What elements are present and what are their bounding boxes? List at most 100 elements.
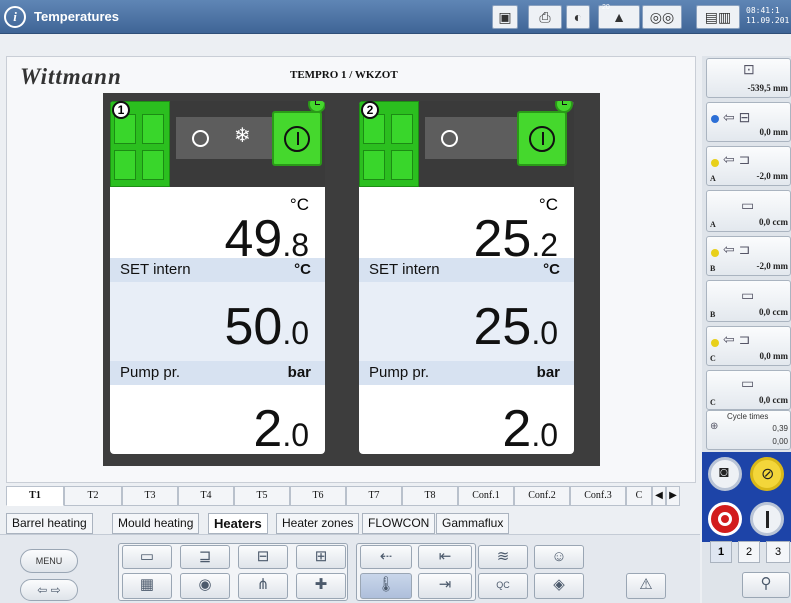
sidebar-item-core-a[interactable]: ⇦ ⊐ A -2,0 mm	[706, 146, 791, 186]
sidebar-item-cycle-times[interactable]: Cycle times ⊕ 0,39 0,00	[706, 410, 791, 450]
set-int: 50	[224, 298, 283, 356]
ejector-icon: ⊘	[761, 466, 775, 483]
tab-t8[interactable]: T8	[402, 486, 458, 506]
tab-barrel-heating[interactable]: Barrel heating	[6, 513, 93, 534]
tab-t7[interactable]: T7	[346, 486, 402, 506]
sidebar-item-mould-stroke[interactable]: ⇦ ⊟ 0,0 mm	[706, 102, 791, 142]
info-icon[interactable]: i	[4, 6, 26, 28]
injection-icon[interactable]: ⊒	[180, 545, 230, 569]
power-button[interactable]	[517, 111, 567, 166]
tab-t3[interactable]: T3	[122, 486, 178, 506]
heater-icon[interactable]: ▦	[122, 573, 172, 599]
clamp-icon[interactable]: ⊟	[238, 545, 288, 569]
set-label: SET intern	[120, 261, 191, 278]
motor-off-button[interactable]	[708, 502, 742, 536]
tab-heater-zones[interactable]: Heater zones	[276, 513, 360, 534]
tab-mould-heating[interactable]: Mould heating	[112, 513, 200, 534]
clock-date: 11.09.201	[746, 16, 790, 25]
set-dec: .0	[531, 315, 558, 351]
quality-icon[interactable]: ☺	[534, 545, 584, 569]
motor-on-button[interactable]	[750, 502, 784, 536]
sidebar-item-volume-c[interactable]: ▭ C 0,0 ccm	[706, 370, 791, 410]
sidebar-item-core-b[interactable]: ⇦ ⊐ B -2,0 mm	[706, 236, 791, 276]
pump-label-row: Pump pr. bar	[110, 361, 325, 385]
sidebar-value: 0,0 mm	[759, 351, 789, 361]
tab-flowcon[interactable]: FLOWCON	[362, 513, 436, 534]
set-label-row: SET intern °C	[359, 258, 574, 282]
ejector-icon[interactable]: ⊞	[296, 545, 346, 569]
unit-number: 2	[361, 101, 379, 119]
pressure-icon[interactable]: ◉	[180, 573, 230, 599]
process-chart-icon[interactable]: ≋	[478, 545, 528, 569]
tempro-unit-1: 1 ❄ °C 49.8 SET intern °C 50.0 Pump pr. …	[110, 101, 325, 454]
camera-icon[interactable]: ▣	[492, 5, 518, 29]
mould-icon[interactable]: ▭	[122, 545, 172, 569]
tab-t1[interactable]: T1	[6, 486, 64, 506]
user-level-badge: 20	[602, 4, 610, 11]
motor-button-panel	[702, 498, 791, 542]
mould-open-button[interactable]: ◙	[708, 457, 742, 491]
globe-icon[interactable]: ◐	[566, 5, 590, 29]
set-label: SET intern	[369, 261, 440, 278]
sidebar-item-screw-position[interactable]: ⊡ -539,5 mm	[706, 58, 791, 98]
sequence-icon[interactable]: ◈	[534, 573, 584, 599]
sidebar-letter: B	[710, 264, 716, 273]
unit-number: 1	[112, 101, 130, 119]
tab-conf1[interactable]: Conf.1	[458, 486, 514, 506]
tab-scroll-right[interactable]: ▶	[666, 486, 680, 506]
pump-label: Pump pr.	[369, 364, 430, 381]
sidebar-value: 0,0 ccm	[759, 395, 788, 405]
robot-icon[interactable]: ✚	[296, 573, 346, 599]
printer-icon[interactable]: ⎙	[528, 5, 562, 29]
pump-label: Pump pr.	[120, 364, 181, 381]
sidebar-letter: A	[710, 220, 716, 229]
cooling-icon[interactable]: ❄	[234, 126, 251, 146]
back-forward-button[interactable]: ⇦ ⇨	[20, 579, 78, 601]
pump-icon[interactable]	[192, 130, 209, 147]
pressure-profile-icon[interactable]: ⇤	[418, 545, 472, 569]
tab-t6[interactable]: T6	[290, 486, 346, 506]
tab-conf3[interactable]: Conf.3	[570, 486, 626, 506]
actual-unit: °C	[289, 195, 309, 214]
tab-t5[interactable]: T5	[234, 486, 290, 506]
tab-conf2[interactable]: Conf.2	[514, 486, 570, 506]
sidebar-letter: A	[710, 174, 716, 183]
set-temperature[interactable]: 50.0	[224, 301, 309, 353]
tab-t4[interactable]: T4	[178, 486, 234, 506]
qc-button[interactable]: QC	[478, 573, 528, 599]
handheld-icon[interactable]: ⚲	[742, 572, 790, 598]
page-3-button[interactable]: 3	[766, 541, 790, 563]
tempro-unit-2: 2 °C 25.2 SET intern °C 25.0 Pump pr. ba…	[359, 101, 574, 454]
core-pull-icon[interactable]: ⋔	[238, 573, 288, 599]
tab-gammaflux[interactable]: Gammaflux	[436, 513, 510, 534]
page-heading: TEMPRO 1 / WKZOT	[290, 69, 398, 81]
alarm-list-icon[interactable]: ▤▥	[696, 5, 740, 29]
sidebar-item-core-c[interactable]: ⇦ ⊐ C 0,0 mm	[706, 326, 791, 366]
pump-pressure: 2.0	[253, 403, 309, 454]
sidebar-item-volume-a[interactable]: ▭ A 0,0 ccm	[706, 190, 791, 232]
pump-icon[interactable]	[441, 130, 458, 147]
tab-t2[interactable]: T2	[64, 486, 122, 506]
page-2-button[interactable]: 2	[738, 541, 760, 563]
ejector-button[interactable]: ⊘	[750, 457, 784, 491]
pump-unit: bar	[536, 364, 560, 381]
pump-int: 2	[502, 400, 532, 454]
power-button[interactable]	[272, 111, 322, 166]
tab-scroll-left[interactable]: ◀	[652, 486, 666, 506]
cycle-times-label: Cycle times	[727, 412, 769, 421]
menu-button[interactable]: MENU	[20, 549, 78, 573]
speed-profile-icon[interactable]: ⇠	[360, 545, 412, 569]
warning-icon[interactable]: ⚠	[626, 573, 666, 599]
temperature-icon[interactable]: 🌡	[360, 573, 412, 599]
status-dot-yellow	[711, 339, 719, 347]
holding-pressure-icon[interactable]: ⇥	[418, 573, 472, 599]
sidebar-item-volume-b[interactable]: ▭ B 0,0 ccm	[706, 280, 791, 322]
lock-icon[interactable]: ◎◎	[642, 5, 682, 29]
volume-c-icon: ▭	[741, 375, 755, 391]
clock: 08:41:1 11.09.201	[746, 6, 791, 26]
page-1-button[interactable]: 1	[710, 541, 732, 563]
qc-label: QC	[496, 580, 510, 590]
set-temperature[interactable]: 25.0	[473, 301, 558, 353]
tab-heaters[interactable]: Heaters	[208, 513, 268, 534]
tab-conf4[interactable]: C	[626, 486, 652, 506]
